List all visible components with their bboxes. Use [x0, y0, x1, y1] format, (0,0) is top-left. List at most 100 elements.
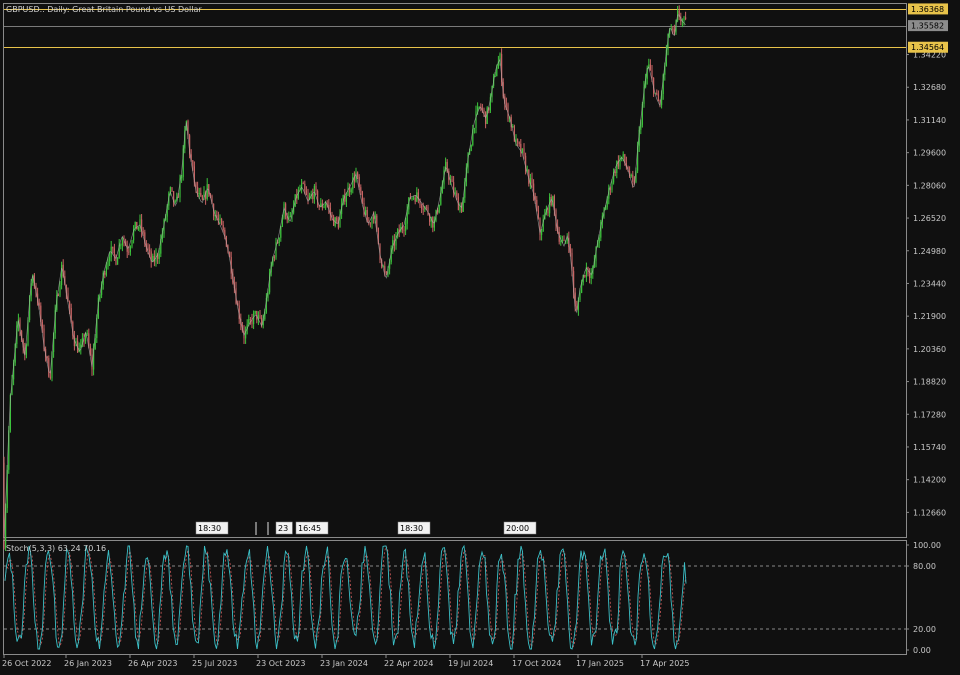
candle-body [158, 253, 160, 259]
stoch-y-tick-label: 0.00 [913, 646, 931, 655]
candle-body [49, 376, 51, 379]
candle-body [584, 275, 586, 277]
time-x-axis: 26 Oct 2022 26 Jan 2023 26 Apr 2023 25 Jul … [2, 654, 689, 668]
candle-body [657, 94, 659, 102]
price-line-labels: 1.36368 1.35582 1.34564 [908, 3, 948, 53]
candle-body [121, 239, 123, 245]
candle-body [142, 231, 144, 233]
candle-body [221, 218, 223, 225]
candle-body [149, 249, 151, 252]
candle-body [541, 231, 543, 235]
event-marker-label: 18:30 [400, 524, 423, 533]
candle-body [521, 148, 523, 153]
candle-body [438, 204, 440, 213]
x-tick-label: 25 Jul 2023 [192, 659, 237, 668]
candle-body [333, 216, 335, 226]
candle-body [192, 160, 194, 167]
candle-body [616, 161, 618, 174]
candle-body [129, 246, 131, 252]
candle-body [278, 237, 280, 244]
x-tick-label: 17 Apr 2025 [640, 659, 689, 668]
candle-body [369, 222, 371, 224]
candle-body [259, 315, 261, 318]
candle-body [632, 174, 634, 182]
candle-body [137, 227, 139, 230]
candle-body [531, 178, 533, 184]
price-label-2: 1.34564 [911, 43, 944, 52]
y-tick-label: 1.24980 [913, 247, 946, 256]
candle-body [683, 17, 685, 21]
event-markers: 18:30 23 16:45 18:30 20:00 [195, 521, 537, 535]
candle-body [304, 183, 306, 191]
x-tick-label: 19 Jul 2024 [448, 659, 493, 668]
candle-body [120, 244, 122, 246]
candle-body [147, 247, 149, 250]
candle-body [475, 111, 477, 129]
candle-body [350, 189, 352, 193]
candle-body [289, 216, 291, 218]
candle-body [537, 210, 539, 219]
candle-body [201, 195, 203, 200]
candle-body [128, 251, 130, 253]
candle-body [685, 17, 687, 20]
y-tick-label: 1.18820 [913, 378, 946, 387]
candle-body [59, 284, 61, 296]
candle-body [253, 313, 255, 324]
candle-body [312, 194, 314, 200]
candle-body [630, 174, 632, 177]
candle-body [249, 319, 251, 320]
candle-body [371, 217, 373, 224]
candle-body [413, 197, 415, 199]
candle-body [307, 195, 309, 199]
event-marker-label: 18:30 [198, 524, 221, 533]
candle-body [598, 237, 600, 244]
candle-body [57, 294, 59, 296]
y-tick-label: 1.31140 [913, 116, 946, 125]
candle-body [422, 208, 424, 210]
candle-body [376, 215, 378, 228]
event-marker-label: 20:00 [506, 524, 529, 533]
candle-body [105, 266, 107, 275]
candle-body [117, 257, 119, 265]
candle-body [323, 205, 325, 208]
y-tick-label: 1.32680 [913, 83, 946, 92]
candle-body [561, 240, 563, 241]
candle-body [41, 321, 43, 329]
x-tick-label: 23 Oct 2023 [256, 659, 305, 668]
candle-body [656, 92, 658, 95]
y-tick-label: 1.28060 [913, 181, 946, 190]
candle-body [456, 192, 458, 197]
candle-body [563, 240, 565, 242]
x-tick-label: 26 Oct 2022 [2, 659, 51, 668]
candle-body [302, 183, 304, 185]
candle-body [651, 70, 653, 78]
candle-body [171, 187, 173, 192]
candle-body [320, 203, 322, 207]
candle-body [473, 128, 475, 130]
candle-body [470, 145, 472, 151]
candle-body [273, 257, 275, 259]
candle-body [206, 184, 208, 199]
candle-body [136, 221, 138, 230]
candle-body [361, 191, 363, 203]
candle-body [254, 310, 256, 314]
candle-body [405, 223, 407, 231]
candle-body [622, 154, 624, 157]
candle-body [672, 28, 674, 30]
candle-body [336, 217, 338, 222]
x-tick-label: 17 Jan 2025 [576, 659, 624, 668]
x-tick-label: 26 Apr 2023 [128, 659, 177, 668]
candle-body [478, 106, 480, 108]
x-tick-label: 23 Jan 2024 [320, 659, 368, 668]
y-tick-label: 1.29600 [913, 149, 946, 158]
candle-body [305, 190, 307, 196]
candle-body [614, 171, 616, 174]
candle-body [360, 187, 362, 192]
candle-body [104, 272, 106, 275]
candle-body [69, 301, 71, 308]
chart-canvas[interactable]: 1.342201.326801.311401.296001.280601.265… [0, 0, 960, 675]
y-tick-label: 1.15740 [913, 443, 946, 452]
candle-body [109, 257, 111, 261]
candle-body [200, 192, 202, 196]
y-tick-label: 1.21900 [913, 312, 946, 321]
